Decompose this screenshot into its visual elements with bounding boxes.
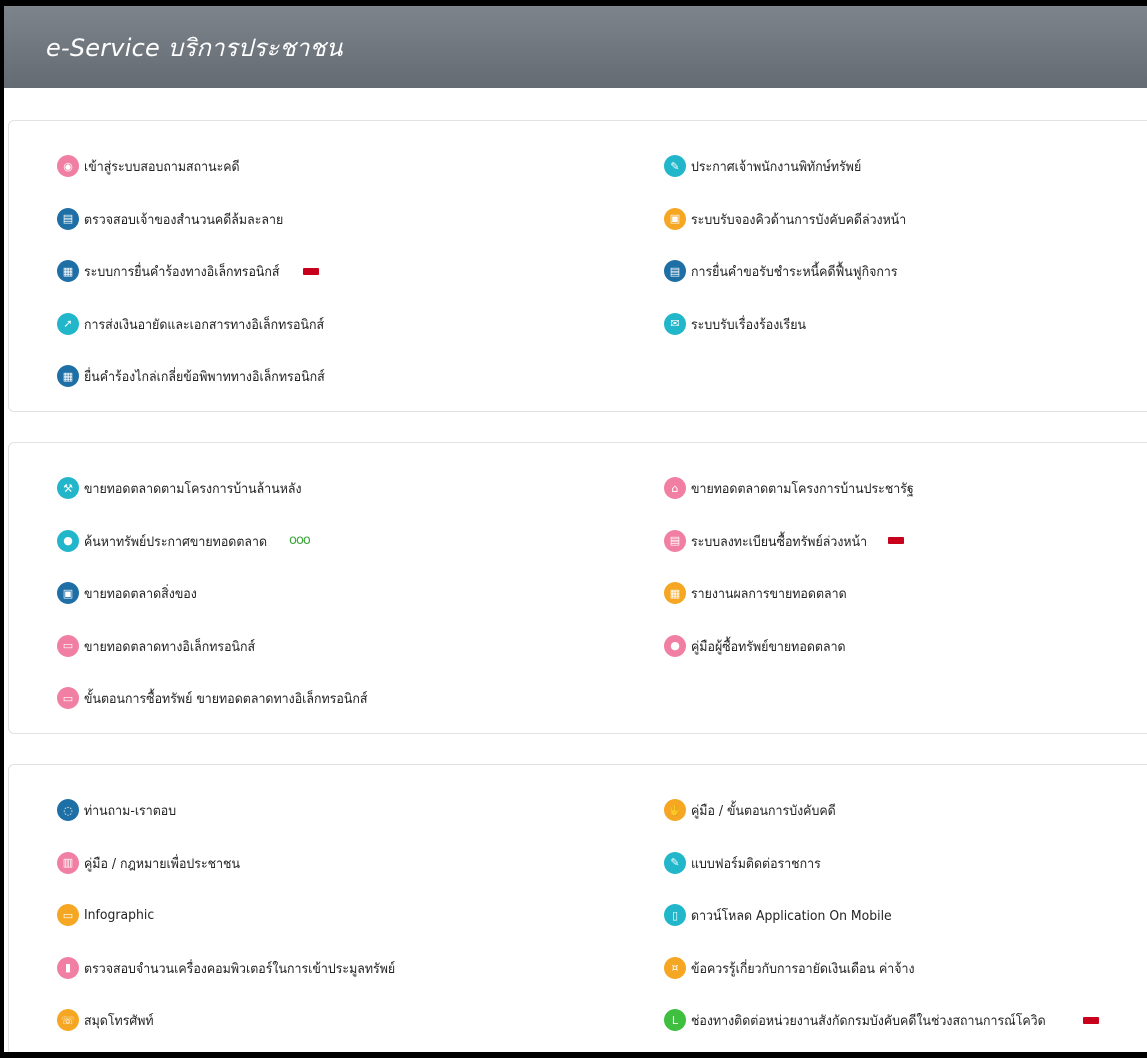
service-link-label: คู่มือ / ขั้นตอนการบังคับคดี (691, 803, 836, 819)
service-link-label: ประกาศเจ้าพนักงานพิทักษ์ทรัพย์ (691, 159, 862, 175)
service-link-label: ยื่นคำร้องไกล่เกลี่ยข้อพิพาททางอิเล็กทรอ… (84, 369, 325, 385)
service-link[interactable]: ✎ แบบฟอร์มติดต่อราชการ (664, 851, 832, 874)
service-link-label: ท่านถาม-เราตอบ (84, 803, 177, 819)
service-link[interactable]: ➚ การส่งเงินอายัดและเอกสารทางอิเล็กทรอนิก… (57, 312, 345, 335)
service-link-label: ตรวจสอบจำนวนเครื่องคอมพิวเตอร์ในการเข้าป… (84, 960, 396, 977)
gavel-icon: ⚒ (57, 477, 79, 499)
service-link-label: ระบบการยื่นคำร้องทางอิเล็กทรอนิกส์ (84, 264, 280, 280)
service-link-label: ขายทอดตลาดทางอิเล็กทรอนิกส์ (84, 638, 256, 655)
phone-icon: ☏ (57, 1009, 79, 1031)
eservice-frame: e-Service บริการประชาชน ◉ เข้าสู่ระบบสอบถ… (4, 6, 1147, 1052)
new-badge (1082, 1016, 1099, 1024)
new-badge (302, 267, 319, 275)
service-link[interactable]: ▦ รายงานผลการขายทอดตลาด (664, 582, 860, 604)
new-badge (888, 537, 905, 544)
mobile-icon: ▯ (664, 904, 686, 926)
pen-icon: ✎ (664, 851, 686, 874)
service-link-label: Infographic (84, 907, 155, 923)
service-link-label: รายงานผลการขายทอดตลาด (691, 586, 847, 602)
service-link-label: แบบฟอร์มติดต่อราชการ (691, 855, 821, 872)
service-link-label: คู่มือผู้ซื้อทรัพย์ขายทอดตลาด (691, 638, 846, 655)
service-link[interactable]: ▭ ขายทอดตลาดทางอิเล็กทรอนิกส์ (57, 634, 270, 657)
service-link[interactable]: ◌ ท่านถาม-เราตอบ (57, 799, 184, 821)
service-link[interactable]: ● คู่มือผู้ซื้อทรัพย์ขายทอดตลาด (664, 634, 859, 657)
service-link-label: ขายทอดตลาดตามโครงการบ้านล้านหลัง (84, 481, 302, 497)
calendar-icon: ▣ (664, 207, 686, 230)
monitor-icon: ▭ (57, 687, 79, 709)
money-icon: ¤ (664, 956, 686, 979)
service-link-label: ระบบรับจองคิวด้านการบังคับคดีล่วงหน้า (691, 211, 907, 228)
service-link-label: ช่องทางติดต่อหน่วยงานสังกัดกรมบังคับคดีใ… (691, 1013, 1046, 1029)
service-link[interactable]: ▥ คู่มือ / กฎหมายเพื่อประชาชน (57, 851, 254, 874)
service-link[interactable]: ⚒ ขายทอดตลาดตามโครงการบ้านล้านหลัง (57, 477, 320, 499)
person-search-icon: ◉ (57, 155, 79, 177)
service-link-label: การส่งเงินอายัดและเอกสารทางอิเล็กทรอนิกส… (84, 316, 325, 333)
service-link[interactable]: ⌂ ขายทอดตลาดตามโครงการบ้านประชารัฐ (664, 477, 933, 499)
service-link[interactable]: ▭ ขั้นตอนการซื้อทรัพย์ ขายทอดตลาดทางอิเล็… (57, 687, 392, 709)
service-link-label: เข้าสู่ระบบสอบถามสถานะคดี (84, 159, 240, 175)
service-link-label: คู่มือ / กฎหมายเพื่อประชาชน (84, 855, 240, 872)
service-link-label: ระบบลงทะเบียนซื้อทรัพย์ล่วงหน้า (691, 533, 868, 550)
service-link[interactable]: ▤ ตรวจสอบเจ้าของสำนวนคดีล้มละลาย (57, 207, 301, 230)
clipboard-icon: ▤ (664, 260, 686, 282)
computer-icon: ▭ (57, 634, 79, 657)
service-link[interactable]: ▦ ระบบการยื่นคำร้องทางอิเล็กทรอนิกส์ (57, 260, 319, 282)
send-icon: ➚ (57, 312, 79, 335)
service-link[interactable]: ☏ สมุดโทรศัพท์ (57, 1009, 160, 1031)
service-link-label: ระบบรับเรื่องร้องเรียน (691, 316, 806, 333)
service-link[interactable]: ✉ ระบบรับเรื่องร้องเรียน (664, 312, 816, 335)
book-icon: ▥ (57, 851, 79, 874)
megaphone-icon: ✎ (664, 155, 686, 177)
line-icon: L (664, 1009, 686, 1031)
service-link[interactable]: ¤ ข้อควรรู้เกี่ยวกับการอายัดเงินเดือน ค่า… (664, 956, 934, 979)
service-link[interactable]: ✋ คู่มือ / ขั้นตอนการบังคับคดี (664, 799, 848, 821)
page-title: e-Service บริการประชาชน (46, 33, 343, 62)
service-link-label: ขายทอดตลาดตามโครงการบ้านประชารัฐ (691, 481, 914, 497)
chat-icon: ◌ (57, 799, 79, 821)
page-header: e-Service บริการประชาชน (4, 6, 1147, 88)
service-link[interactable]: ✎ ประกาศเจ้าพนักงานพิทักษ์ทรัพย์ (664, 155, 876, 177)
service-link-label: การยื่นคำขอรับชำระหนี้คดีฟื้นฟูกิจการ (691, 264, 898, 280)
service-link-label: สมุดโทรศัพท์ (84, 1013, 154, 1029)
hand-icon: ✋ (664, 799, 686, 821)
cart-icon: ▣ (57, 582, 79, 604)
complaint-icon: ✉ (664, 312, 686, 335)
service-link[interactable]: ▤ การยื่นคำขอรับชำระหนี้คดีฟื้นฟูกิจการ (664, 260, 916, 282)
services-panel-auction: ⚒ ขายทอดตลาดตามโครงการบ้านล้านหลัง ● ค้นหาท… (8, 442, 1147, 734)
service-link-label: ข้อควรรู้เกี่ยวกับการอายัดเงินเดือน ค่าจ… (691, 960, 915, 977)
pin-icon: ● (57, 529, 79, 552)
services-panel-info: ◌ ท่านถาม-เราตอบ ▥ คู่มือ / กฎหมายเพื่อประช… (8, 764, 1147, 1052)
service-link[interactable]: ▯ ดาวน์โหลด Application On Mobile (664, 904, 909, 926)
service-link[interactable]: ◉ เข้าสู่ระบบสอบถามสถานะคดี (57, 155, 253, 177)
service-link[interactable]: ● ค้นหาทรัพย์ประกาศขายทอดตลาด ooo (57, 529, 311, 552)
pin-icon: ● (664, 634, 686, 657)
form-icon: ▦ (57, 365, 79, 387)
service-link-label: ขั้นตอนการซื้อทรัพย์ ขายทอดตลาดทางอิเล็ก… (84, 691, 368, 707)
service-link[interactable]: ▮ ตรวจสอบจำนวนเครื่องคอมพิวเตอร์ในการเข้า… (57, 956, 422, 979)
service-link[interactable]: ▦ ยื่นคำร้องไกล่เกลี่ยข้อพิพาททางอิเล็กทร… (57, 365, 346, 387)
house-icon: ⌂ (664, 477, 686, 499)
service-link-label: ขายทอดตลาดสิ่งของ (84, 586, 197, 602)
services-panel-court: ◉ เข้าสู่ระบบสอบถามสถานะคดี ▤ ตรวจสอบเจ้าขอ… (8, 120, 1147, 412)
chart-icon: ▭ (57, 904, 79, 926)
service-link[interactable]: ▣ ขายทอดตลาดสิ่งของ (57, 582, 207, 604)
service-link-label: ตรวจสอบเจ้าของสำนวนคดีล้มละลาย (84, 211, 284, 228)
service-link-label: ดาวน์โหลด Application On Mobile (691, 908, 892, 924)
service-link[interactable]: L ช่องทางติดต่อหน่วยงานสังกัดกรมบังคับคดี… (664, 1009, 1099, 1031)
loading-dots-icon: ooo (288, 533, 311, 548)
document-icon: ▤ (57, 207, 79, 230)
report-icon: ▦ (664, 582, 686, 604)
bar-chart-icon: ▮ (57, 956, 79, 979)
service-link[interactable]: ▤ ระบบลงทะเบียนซื้อทรัพย์ล่วงหน้า (664, 529, 905, 552)
service-link-label: ค้นหาทรัพย์ประกาศขายทอดตลาด (84, 533, 268, 550)
form-icon: ▦ (57, 260, 79, 282)
service-link[interactable]: ▭ Infographic (57, 904, 160, 926)
register-icon: ▤ (664, 529, 686, 552)
service-link[interactable]: ▣ ระบบรับจองคิวด้านการบังคับคดีล่วงหน้า (664, 207, 925, 230)
